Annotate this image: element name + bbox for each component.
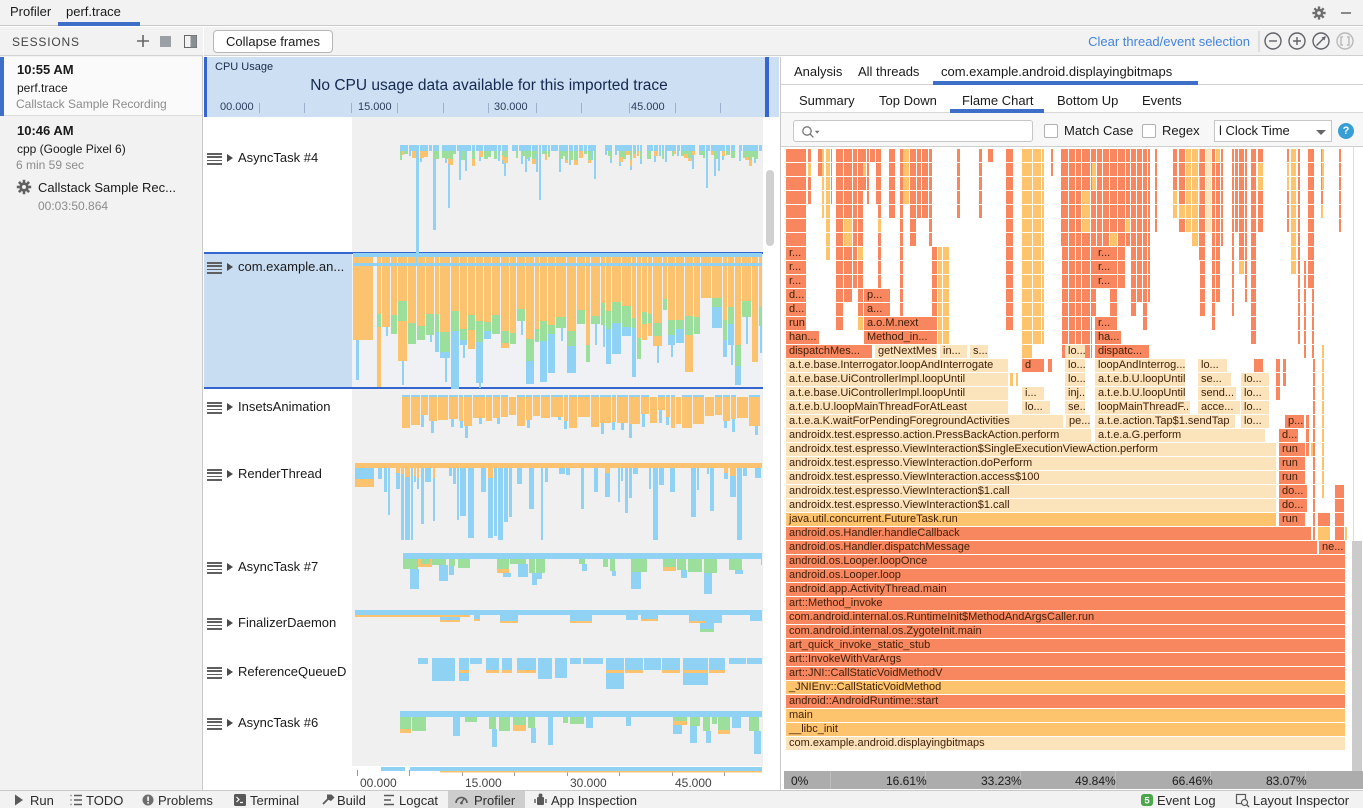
svg-text:5: 5 [1144, 796, 1150, 807]
